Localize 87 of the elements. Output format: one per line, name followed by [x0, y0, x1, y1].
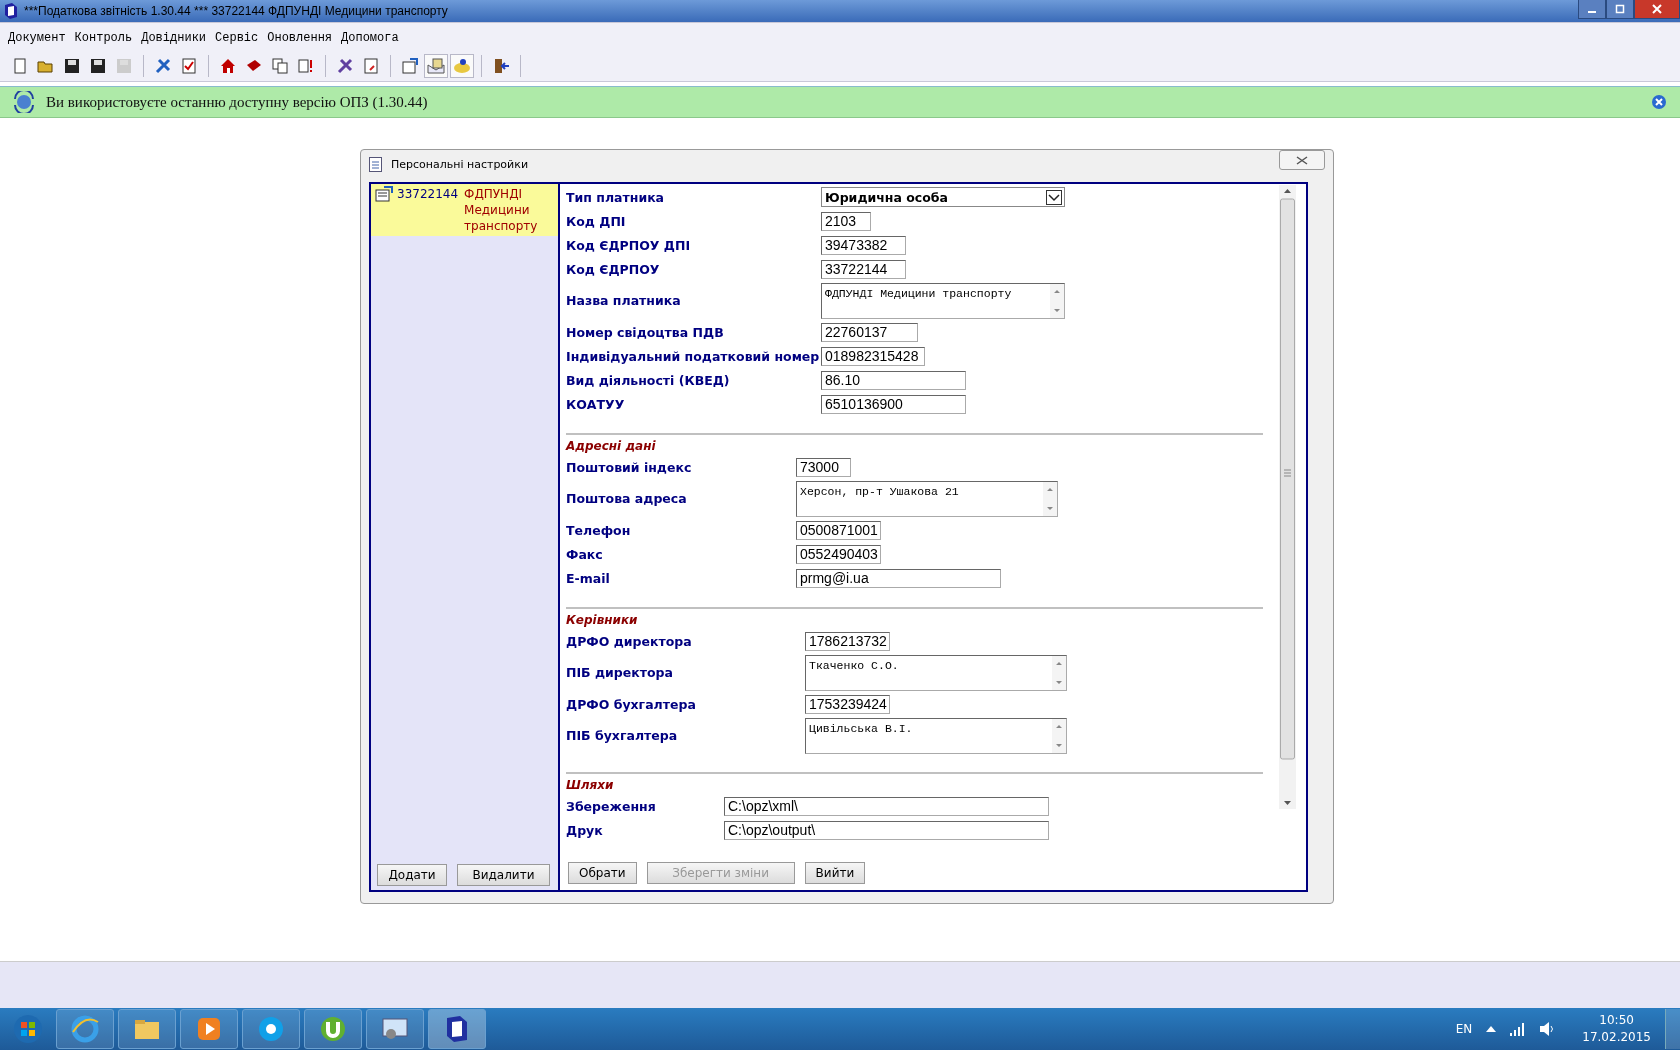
scrollbar[interactable]: [1052, 655, 1066, 690]
menu-item[interactable]: Документ: [8, 31, 66, 45]
clock-date[interactable]: 17.02.2015: [1582, 1029, 1651, 1046]
scrollbar[interactable]: [1279, 185, 1296, 809]
close-icon[interactable]: [1652, 95, 1666, 109]
mail-icon[interactable]: [424, 54, 448, 78]
field-label: Збереження: [566, 798, 657, 814]
field-label: ПІБ бухгалтера: [566, 728, 679, 743]
scrollbar[interactable]: [1050, 283, 1064, 318]
document-app-icon[interactable]: [428, 1009, 486, 1049]
field-label: Код ДПІ: [566, 213, 627, 229]
input-field[interactable]: prmg@i.ua: [796, 568, 1001, 588]
signal-icon[interactable]: [1510, 1022, 1527, 1036]
update-globe-icon: [12, 91, 36, 113]
input-field[interactable]: 39473382: [821, 235, 906, 255]
input-field[interactable]: 33722144: [821, 259, 906, 279]
section-heading: Адресні дані: [566, 438, 657, 455]
menu-item[interactable]: Сервіс: [215, 31, 259, 45]
field-label: Тип платника: [566, 189, 666, 205]
chat-app-icon[interactable]: [242, 1009, 300, 1049]
field-label: ДРФО бухгалтера: [566, 696, 697, 712]
hand-icon[interactable]: [450, 54, 474, 78]
text-area[interactable]: ФДПУНДІ Медицини транспорту: [821, 282, 1065, 319]
control-panel-icon[interactable]: [366, 1009, 424, 1049]
menu-item[interactable]: Оновлення: [267, 31, 333, 45]
maximize-icon[interactable]: [1615, 4, 1625, 14]
field-label: Код ЄДРПОУ: [566, 261, 661, 277]
field-label: Телефон: [566, 522, 632, 538]
field-label: Код ЄДРПОУ ДПІ: [566, 237, 692, 253]
media-player-icon[interactable]: [180, 1009, 238, 1049]
exit-button[interactable]: Вийти: [804, 862, 866, 884]
field-label: КОАТУУ: [566, 396, 626, 412]
select-button[interactable]: Обрати: [568, 862, 637, 884]
field-label: Друк: [566, 822, 604, 838]
minimize-button[interactable]: [1578, 0, 1606, 19]
scrollbar[interactable]: [1043, 481, 1057, 516]
document-icon: [375, 186, 393, 202]
input-field[interactable]: 22760137: [821, 322, 918, 342]
torrent-icon[interactable]: [304, 1009, 362, 1049]
banner-text: Ви використовуєте останню доступну версію ОПЗ (1.30.44): [46, 93, 428, 111]
section-heading: Шляхи: [566, 777, 615, 794]
input-field[interactable]: 1753239424: [805, 694, 890, 714]
input-field[interactable]: 1786213732: [805, 631, 890, 651]
dropdown[interactable]: Юридична особа: [821, 187, 1065, 207]
input-field[interactable]: 0500871001: [796, 520, 881, 540]
menu-item[interactable]: Довідники: [141, 31, 207, 45]
delete-button[interactable]: Видалити: [457, 864, 550, 886]
field-label: Факс: [566, 546, 604, 562]
scrollbar[interactable]: [1052, 718, 1066, 753]
input-field[interactable]: 018982315428: [821, 346, 925, 366]
window-title: ***Податкова звітність 1.30.44 *** 33722144 ФДПУНДІ Медицини транспорту: [24, 4, 448, 18]
clock-time[interactable]: 10:50: [1599, 1012, 1634, 1029]
field-label: ПІБ директора: [566, 665, 674, 680]
payer-list-item[interactable]: 33722144 ФДПУНДІ Медицини транспорту: [371, 184, 558, 236]
field-label: Вид діяльності (КВЕД): [566, 372, 731, 388]
menu-item[interactable]: Контроль: [74, 31, 133, 45]
input-field[interactable]: C:\opz\xml\: [724, 796, 1049, 816]
maximize-button[interactable]: [1606, 0, 1634, 19]
field-label: Поштова адреса: [566, 491, 688, 506]
field-label: Поштовий індекс: [566, 459, 693, 475]
close-icon[interactable]: [1296, 155, 1308, 165]
app-icon: [4, 3, 18, 19]
text-area[interactable]: Ткаченко С.О.: [805, 654, 1067, 691]
text-area[interactable]: Цивільська В.І.: [805, 717, 1067, 754]
section-heading: Керівники: [566, 612, 639, 629]
folder-icon[interactable]: [118, 1009, 176, 1049]
close-button[interactable]: [1634, 0, 1680, 19]
chevron-up-icon[interactable]: [1486, 1026, 1497, 1032]
input-field[interactable]: 86.10: [821, 370, 966, 390]
field-label: Назва платника: [566, 293, 682, 308]
language-indicator[interactable]: EN: [1455, 1022, 1473, 1036]
close-button[interactable]: [1279, 150, 1325, 170]
add-button[interactable]: Додати: [377, 864, 447, 886]
input-field[interactable]: 0552490403: [796, 544, 881, 564]
field-label: E-mail: [566, 570, 611, 586]
dialog-title: Персональні настройки: [391, 157, 529, 171]
input-field[interactable]: C:\opz\output\: [724, 820, 1049, 840]
field-label: ДРФО директора: [566, 633, 693, 649]
input-field[interactable]: 73000: [796, 457, 851, 477]
input-field[interactable]: 2103: [821, 211, 871, 231]
chevron-down-icon[interactable]: [1046, 189, 1062, 205]
field-label: Індивідуальний податковий номер: [566, 348, 821, 364]
field-label: Номер свідоцтва ПДВ: [566, 324, 725, 340]
text-area[interactable]: Херсон, пр-т Ушакова 21: [796, 480, 1058, 517]
document-icon: [369, 156, 382, 172]
menu-item[interactable]: Допомога: [341, 31, 399, 45]
input-field[interactable]: 6510136900: [821, 394, 966, 414]
